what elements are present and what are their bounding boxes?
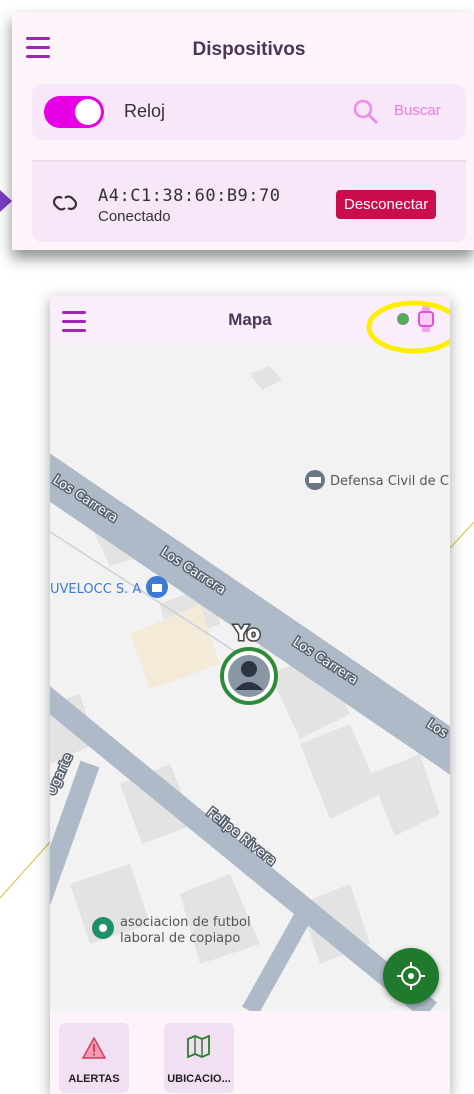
nav-alerts[interactable]: ALERTAS (59, 1023, 129, 1093)
poi-label: UVELOCC S. A (50, 582, 141, 597)
highlight-circle (366, 300, 450, 354)
poi-label: Defensa Civil de Ch (330, 474, 450, 489)
nav-label: ALERTAS (68, 1073, 120, 1085)
locate-me-button[interactable] (383, 948, 439, 1004)
connector-line-right (450, 521, 474, 549)
connector-line-left (0, 841, 51, 899)
map-screen: Los Carrera Los Carrera Los Carrera Los … (50, 296, 450, 1094)
watch-toggle[interactable] (44, 96, 104, 128)
user-marker-label: Yo (233, 621, 260, 645)
link-icon (52, 195, 78, 211)
map-pin-icon (187, 1035, 210, 1059)
device-status: Conectado (98, 208, 171, 225)
warning-icon (82, 1037, 106, 1059)
bottom-nav: ALERTAS UBICACIO... (50, 1011, 450, 1094)
device-row: A4:C1:38:60:B9:70 Conectado Desconectar (32, 160, 466, 242)
device-filter-row: Reloj Buscar (32, 84, 466, 140)
device-id: A4:C1:38:60:B9:70 (98, 186, 281, 206)
poi-label: asociacion de futbol (120, 915, 251, 930)
search-button[interactable]: Buscar (394, 102, 441, 119)
map-topbar: Mapa (50, 296, 450, 354)
devices-screen: Dispositivos Reloj Buscar A4:C1:38:60:B9… (12, 12, 474, 250)
crosshair-icon (397, 962, 425, 990)
disconnect-button[interactable]: Desconectar (336, 190, 437, 219)
nav-label: UBICACIO... (167, 1073, 231, 1085)
toggle-label: Reloj (124, 101, 166, 121)
nav-locations[interactable]: UBICACIO... (164, 1023, 234, 1093)
map-canvas[interactable]: Los Carrera Los Carrera Los Carrera Los … (50, 344, 450, 1011)
search-icon[interactable] (352, 98, 378, 124)
toggle-knob (75, 99, 101, 125)
page-title: Dispositivos (192, 39, 306, 60)
poi-label: laboral de copiapo (120, 931, 240, 946)
